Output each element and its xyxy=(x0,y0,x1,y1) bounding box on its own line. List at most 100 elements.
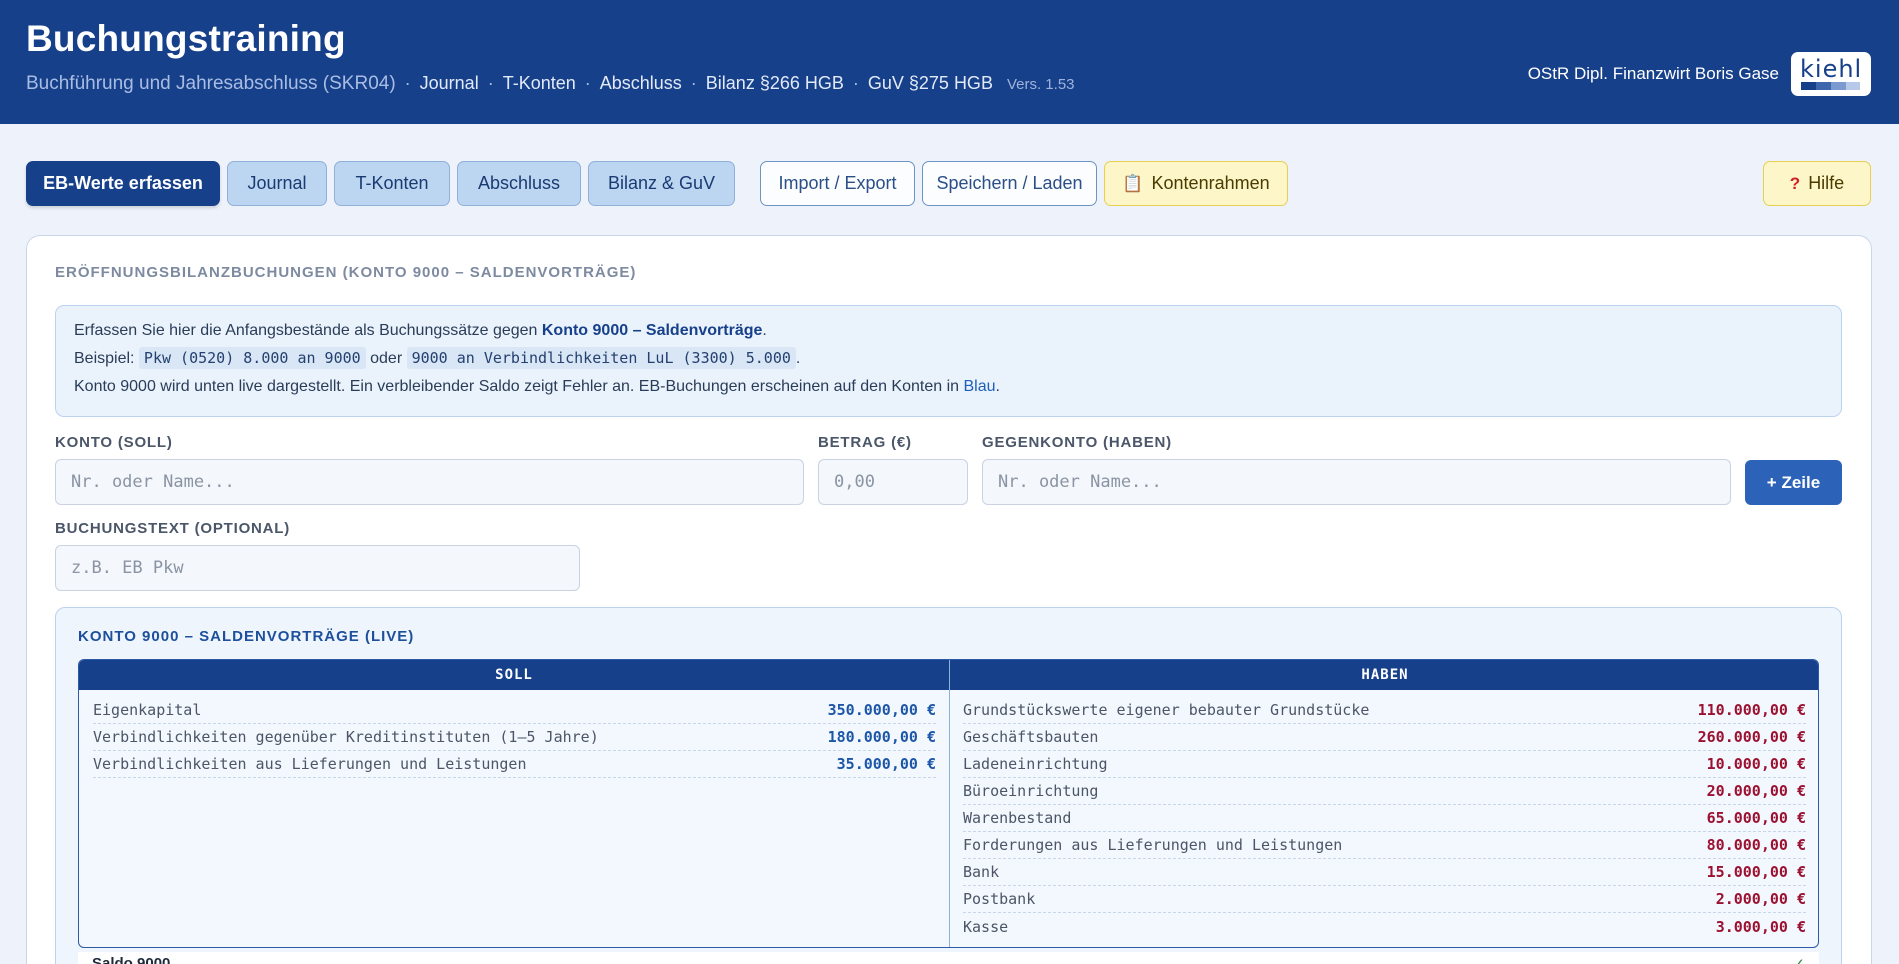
account-name: Geschäftsbauten xyxy=(963,728,1099,746)
tab-bilanz-guv[interactable]: Bilanz & GuV xyxy=(588,161,735,206)
tab-label: T-Konten xyxy=(355,173,429,193)
logo-bar xyxy=(1831,82,1846,90)
buchungstext-label: BUCHUNGSTEXT (OPTIONAL) xyxy=(55,520,291,537)
header-nav: Buchführung und Jahresabschluss (SKR04) … xyxy=(26,73,1075,95)
betrag-input[interactable]: 0,00 xyxy=(818,459,968,505)
betrag-label: BETRAG (€) xyxy=(818,434,912,451)
author-name: OStR Dipl. Finanzwirt Boris Gase xyxy=(1527,64,1779,83)
help-button[interactable]: ? Hilfe xyxy=(1763,161,1871,206)
question-icon: ? xyxy=(1789,173,1801,193)
saldo-row: Saldo 9000 ✓ xyxy=(78,952,1819,964)
info-bold: Konto 9000 – Saldenvorträge xyxy=(541,322,763,339)
tab-label: EB-Werte erfassen xyxy=(43,173,203,193)
account-amount: 65.000,00 € xyxy=(1706,809,1806,827)
info-text: . xyxy=(762,322,767,339)
haben-row: Forderungen aus Lieferungen und Leistung… xyxy=(963,832,1806,859)
info-text: oder xyxy=(365,350,407,367)
haben-row: Ladeneinrichtung 10.000,00 € xyxy=(963,751,1806,778)
saldo-label: Saldo 9000 xyxy=(92,955,171,964)
account-name: Grundstückswerte eigener bebauter Grunds… xyxy=(963,701,1370,719)
haben-row: Kasse 3.000,00 € xyxy=(963,913,1806,940)
haben-row: Warenbestand 65.000,00 € xyxy=(963,805,1806,832)
app-subtitle: Buchführung und Jahresabschluss (SKR04) xyxy=(26,73,396,94)
account-name: Kasse xyxy=(963,917,1009,936)
soll-row: Eigenkapital 350.000,00 € xyxy=(93,697,936,724)
tab-t-konten[interactable]: T-Konten xyxy=(334,161,450,206)
kontenrahmen-button[interactable]: 📋 Kontenrahmen xyxy=(1104,161,1288,206)
gegenkonto-input[interactable]: Nr. oder Name... xyxy=(982,459,1731,505)
logo-bar xyxy=(1816,82,1831,90)
logo-bar xyxy=(1801,82,1816,90)
nav-separator: · xyxy=(852,73,859,93)
info-code: 9000 an Verbindlichkeiten LuL (3300) 5.0… xyxy=(406,347,796,369)
haben-row: Büroeinrichtung 20.000,00 € xyxy=(963,778,1806,805)
column-divider xyxy=(949,660,950,947)
soll-row: Verbindlichkeiten gegenüber Kreditinstit… xyxy=(93,724,936,751)
info-box: Erfassen Sie hier die Anfangsbestände al… xyxy=(55,305,1842,417)
gegenkonto-label: GEGENKONTO (HABEN) xyxy=(982,434,1172,451)
haben-row: Geschäftsbauten 260.000,00 € xyxy=(963,724,1806,751)
clipboard-icon: 📋 xyxy=(1122,173,1144,193)
account-name: Büroeinrichtung xyxy=(963,782,1099,800)
tab-label: Bilanz & GuV xyxy=(607,173,716,193)
saldo-status: ✓ xyxy=(1792,955,1805,964)
account-amount: 350.000,00 € xyxy=(827,701,936,719)
kiehl-logo: kiehl xyxy=(1791,52,1871,96)
haben-header: HABEN xyxy=(950,660,1818,690)
tab-eb-werte[interactable]: EB-Werte erfassen xyxy=(26,161,220,206)
info-text: . xyxy=(795,350,801,367)
account-amount: 35.000,00 € xyxy=(836,755,936,773)
account-amount: 80.000,00 € xyxy=(1706,836,1806,854)
nav-separator: · xyxy=(487,73,494,93)
info-line-1: Erfassen Sie hier die Anfangsbestände al… xyxy=(74,322,767,340)
button-label: Import / Export xyxy=(778,173,897,193)
account-amount: 110.000,00 € xyxy=(1697,701,1806,719)
account-name: Verbindlichkeiten aus Lieferungen und Le… xyxy=(93,755,527,773)
account-amount: 3.000,00 € xyxy=(1715,917,1806,936)
account-name: Postbank xyxy=(963,890,1036,908)
account-name: Ladeneinrichtung xyxy=(963,755,1108,773)
account-name: Bank xyxy=(963,863,1000,881)
info-code: Pkw (0520) 8.000 an 9000 xyxy=(138,347,366,369)
nav-separator: · xyxy=(584,73,591,93)
konto-input[interactable]: Nr. oder Name... xyxy=(55,459,804,505)
info-text: Beispiel: xyxy=(74,350,139,367)
account-name: Verbindlichkeiten gegenüber Kreditinstit… xyxy=(93,728,599,746)
import-export-button[interactable]: Import / Export xyxy=(760,161,915,206)
nav-link-bilanz[interactable]: Bilanz §266 HGB xyxy=(706,73,844,94)
tab-journal[interactable]: Journal xyxy=(227,161,327,206)
nav-link-t-konten[interactable]: T-Konten xyxy=(503,73,576,94)
soll-header: SOLL xyxy=(79,660,949,690)
logo-text: kiehl xyxy=(1800,55,1863,83)
save-load-button[interactable]: Speichern / Laden xyxy=(922,161,1097,206)
nav-link-guv[interactable]: GuV §275 HGB xyxy=(868,73,993,94)
version-label: Vers. 1.53 xyxy=(1006,76,1075,93)
info-line-2: Beispiel: Pkw (0520) 8.000 an 9000 oder … xyxy=(74,347,801,369)
buchungstext-input[interactable]: z.B. EB Pkw xyxy=(55,545,580,591)
account-amount: 260.000,00 € xyxy=(1697,728,1806,746)
account-name: Warenbestand xyxy=(963,809,1072,827)
account-amount: 20.000,00 € xyxy=(1706,782,1806,800)
info-blue: Blau xyxy=(963,378,996,395)
account-name: Forderungen aus Lieferungen und Leistung… xyxy=(963,836,1343,854)
tab-abschluss[interactable]: Abschluss xyxy=(457,161,581,206)
app-header: Buchungstraining Buchführung und Jahresa… xyxy=(0,0,1899,124)
account-amount: 180.000,00 € xyxy=(827,728,936,746)
tab-label: Journal xyxy=(247,173,307,193)
account-amount: 2.000,00 € xyxy=(1715,890,1806,908)
logo-bar xyxy=(1846,82,1860,90)
account-amount: 15.000,00 € xyxy=(1706,863,1806,881)
account-amount: 10.000,00 € xyxy=(1706,755,1806,773)
button-label: Hilfe xyxy=(1808,173,1845,193)
nav-link-abschluss[interactable]: Abschluss xyxy=(600,73,682,94)
nav-link-journal[interactable]: Journal xyxy=(420,73,479,94)
button-label: Kontenrahmen xyxy=(1151,173,1270,193)
nav-separator: · xyxy=(404,73,411,93)
account-name: Eigenkapital xyxy=(93,701,202,719)
haben-row: Grundstückswerte eigener bebauter Grunds… xyxy=(963,697,1806,724)
haben-row: Postbank 2.000,00 € xyxy=(963,886,1806,913)
haben-row: Bank 15.000,00 € xyxy=(963,859,1806,886)
section-title: ERÖFFNUNGSBILANZBUCHUNGEN (KONTO 9000 – … xyxy=(55,264,637,281)
info-text: . xyxy=(995,378,1000,395)
add-row-button[interactable]: + Zeile xyxy=(1745,460,1842,505)
